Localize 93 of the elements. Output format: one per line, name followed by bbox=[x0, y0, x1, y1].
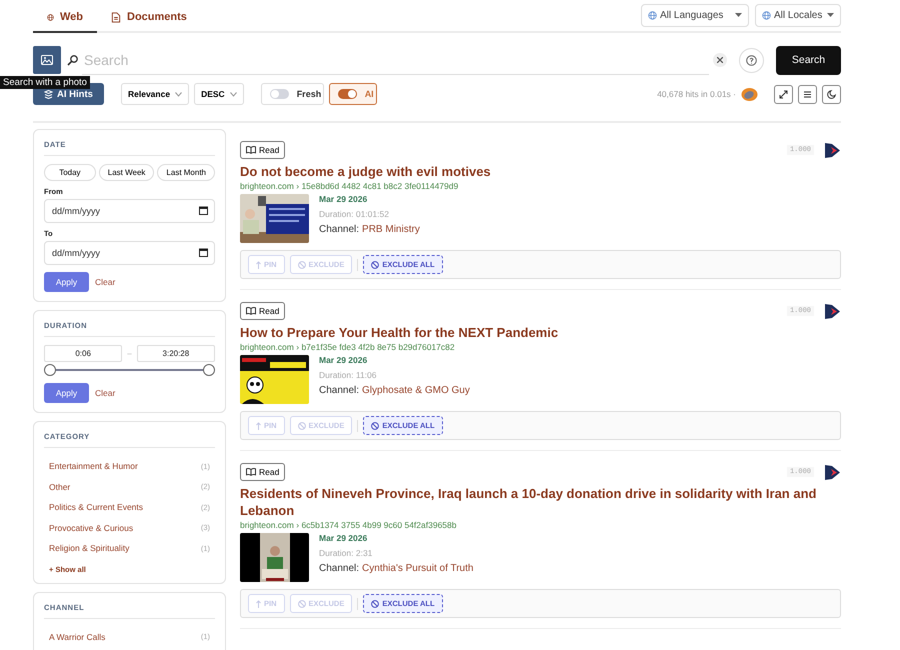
image-icon bbox=[41, 55, 53, 65]
slider-handle[interactable] bbox=[203, 364, 215, 376]
tooltip: Search with a photo bbox=[0, 76, 90, 89]
result-duration: Duration: 11:06 bbox=[319, 370, 378, 380]
filter-option[interactable]: Other bbox=[49, 482, 70, 492]
result-title[interactable]: Do not become a judge with evil motives bbox=[240, 163, 841, 180]
preset-button[interactable]: Last Week bbox=[98, 164, 154, 181]
caret-icon bbox=[827, 13, 834, 18]
read-button[interactable]: Read bbox=[240, 141, 286, 159]
hit-stats: 40,678 hits in 0.01s · bbox=[657, 89, 736, 99]
filter-option[interactable]: A Warrior Calls bbox=[49, 632, 106, 642]
date-field[interactable]: dd/mm/yyyy bbox=[44, 241, 215, 265]
range-separator: – bbox=[127, 349, 132, 358]
result-url: brighteon.com › b7e1f35e fde3 4f2b 8e75 b29d76017c82 bbox=[240, 342, 456, 352]
book-icon bbox=[246, 146, 256, 154]
search-button[interactable]: Search bbox=[776, 46, 841, 74]
tab[interactable]: Web bbox=[33, 11, 97, 33]
result-title[interactable]: Residents of Nineveh Province, Iraq launch a 10-day donation drive in solidarity with Iran and Lebanon bbox=[240, 485, 841, 519]
list-view-button[interactable] bbox=[798, 84, 817, 104]
result-date: Mar 29 2026 bbox=[319, 355, 368, 365]
result-title[interactable]: How to Prepare Your Health for the NEXT Pandemic bbox=[240, 324, 841, 341]
result-duration: Duration: 01:01:52 bbox=[319, 209, 390, 219]
result-date: Mar 29 2026 bbox=[319, 194, 368, 204]
channel-label: Channel: bbox=[319, 385, 360, 396]
toggle-button[interactable]: Fresh bbox=[260, 83, 324, 105]
book-icon bbox=[246, 307, 256, 315]
sort-dropdown[interactable]: Relevance bbox=[121, 83, 190, 105]
prohibited-icon bbox=[298, 600, 306, 608]
filter-option[interactable]: Entertainment & Humor bbox=[49, 461, 138, 472]
layers-icon bbox=[44, 90, 54, 98]
caret-icon bbox=[735, 13, 742, 18]
document-icon bbox=[111, 12, 121, 22]
dark-mode-button[interactable] bbox=[822, 84, 841, 104]
order-dropdown[interactable]: DESC bbox=[194, 83, 244, 105]
prohibited-icon bbox=[298, 422, 306, 430]
filter-option[interactable]: Provocative & Curious bbox=[49, 522, 134, 533]
dropdown[interactable]: All Languages bbox=[641, 4, 749, 27]
play-logo-icon bbox=[824, 464, 841, 480]
result-date: Mar 29 2026 bbox=[319, 533, 368, 543]
apply-button[interactable]: Apply bbox=[44, 383, 89, 403]
calendar-icon bbox=[199, 248, 208, 257]
read-button[interactable]: Read bbox=[240, 302, 286, 320]
globe-icon bbox=[47, 12, 54, 22]
calendar-icon bbox=[199, 206, 208, 215]
apply-button[interactable]: Apply bbox=[44, 272, 89, 292]
expand-button[interactable] bbox=[774, 84, 793, 104]
logo-icon bbox=[741, 86, 758, 102]
clear-link[interactable]: Clear bbox=[95, 388, 116, 398]
book-icon bbox=[246, 468, 256, 476]
channel-link[interactable]: PRB Ministry bbox=[362, 224, 420, 235]
clear-button[interactable] bbox=[713, 53, 727, 67]
max-duration-field[interactable]: 3:20:28 bbox=[136, 345, 216, 362]
channel-link[interactable]: Glyphosate & GMO Guy bbox=[362, 385, 470, 396]
play-logo-icon bbox=[824, 302, 841, 320]
help-button[interactable] bbox=[739, 48, 764, 72]
arrow-up-icon bbox=[256, 260, 261, 268]
chevron-down-icon bbox=[230, 92, 237, 96]
globe-icon bbox=[762, 11, 771, 20]
preset-button[interactable]: Last Month bbox=[157, 164, 215, 181]
expand-icon bbox=[779, 90, 788, 98]
filter-option[interactable]: Politics & Current Events bbox=[49, 502, 144, 512]
preset-button[interactable]: Today bbox=[44, 164, 96, 181]
prohibited-icon bbox=[298, 260, 306, 268]
prohibited-icon bbox=[371, 600, 380, 608]
clear-link[interactable]: Clear bbox=[95, 277, 116, 287]
search-field[interactable]: Search bbox=[82, 45, 709, 75]
read-button[interactable]: Read bbox=[240, 463, 286, 481]
dropdown[interactable]: All Locales bbox=[755, 4, 841, 27]
channel-link[interactable]: Cynthia's Pursuit of Truth bbox=[362, 563, 474, 574]
search-icon bbox=[67, 54, 78, 66]
prohibited-icon bbox=[371, 422, 380, 430]
slider-handle[interactable] bbox=[44, 364, 56, 376]
prohibited-icon bbox=[371, 260, 380, 268]
chevron-down-icon bbox=[175, 92, 182, 96]
channel-label: Channel: bbox=[319, 563, 360, 574]
result-url: brighteon.com › 6c5b1374 3755 4b99 9c60 54f2af39658b bbox=[240, 520, 458, 530]
play-logo-icon bbox=[824, 142, 841, 158]
close-icon bbox=[717, 57, 723, 63]
result-url: brighteon.com › 15e8bd6d 4482 4c81 b8c2 3fe0114479d9 bbox=[240, 181, 460, 191]
min-duration-field[interactable]: 0:06 bbox=[44, 345, 122, 362]
filter-option[interactable]: Religion & Spirituality bbox=[49, 543, 130, 554]
date-field[interactable]: dd/mm/yyyy bbox=[44, 199, 215, 223]
menu-icon bbox=[804, 90, 811, 98]
globe-icon bbox=[648, 11, 657, 20]
channel-label: Channel: bbox=[319, 224, 360, 235]
arrow-up-icon bbox=[256, 422, 261, 430]
range-slider[interactable] bbox=[44, 364, 215, 376]
moon-icon bbox=[827, 90, 836, 98]
arrow-up-icon bbox=[256, 600, 261, 608]
result-duration: Duration: 2:31 bbox=[319, 548, 374, 558]
help-icon bbox=[746, 54, 757, 66]
photo-search-button[interactable] bbox=[33, 46, 61, 74]
tab[interactable]: Documents bbox=[97, 11, 201, 33]
